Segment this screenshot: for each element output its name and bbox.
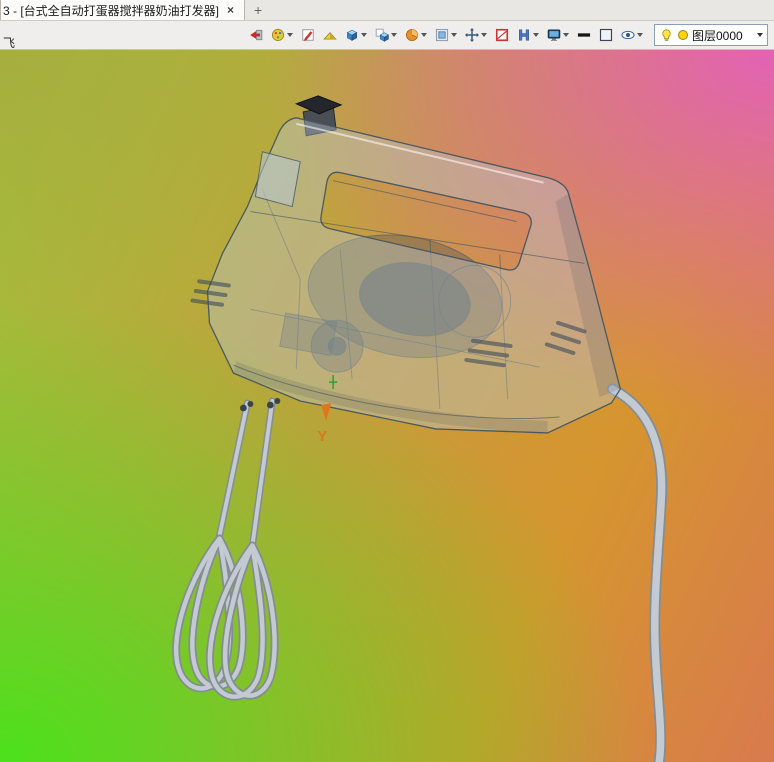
- toolbar-button-window[interactable]: [492, 24, 511, 46]
- toolbar-button-grid[interactable]: [514, 24, 541, 46]
- chevron-down-icon: [451, 33, 457, 37]
- toolbar-button-background[interactable]: [596, 24, 615, 46]
- cube-icon: [344, 28, 359, 43]
- wedge-icon: [322, 28, 337, 43]
- plane-icon: [434, 28, 449, 43]
- y-axis-label: Y: [317, 428, 327, 445]
- monitor-icon: [546, 28, 561, 43]
- app-window: 3 - [台式全自动打蛋器搅拌器奶油打发器] × + 飞 图层0000 Y: [0, 0, 774, 762]
- pen-icon: [300, 28, 315, 43]
- main-toolbar: 飞 图层0000: [0, 21, 774, 50]
- sphere-icon: [404, 28, 419, 43]
- new-tab-button[interactable]: +: [245, 0, 271, 20]
- layer-name-label: 图层0000: [692, 28, 743, 43]
- layer-visibility-bulb-icon: [659, 28, 674, 43]
- toolbar-button-import[interactable]: [246, 24, 265, 46]
- chevron-down-icon: [287, 33, 293, 37]
- line-width-icon: [576, 28, 591, 43]
- toolbar-button-visibility[interactable]: [618, 24, 645, 46]
- toolbar-button-revolve[interactable]: [402, 24, 429, 46]
- toolbar-button-sketch-pen[interactable]: [298, 24, 317, 46]
- toolbar-button-plane[interactable]: [432, 24, 459, 46]
- chevron-down-icon: [481, 33, 487, 37]
- toolbar-button-solid-wedge[interactable]: [320, 24, 339, 46]
- tab-bar: 3 - [台式全自动打蛋器搅拌器奶油打发器] × +: [0, 0, 774, 21]
- chevron-down-icon: [421, 33, 427, 37]
- layer-color-dot: [678, 30, 688, 40]
- toolbar-button-display[interactable]: [544, 24, 571, 46]
- viewport-3d[interactable]: Y: [0, 50, 774, 762]
- toolbar-button-extrude[interactable]: [342, 24, 369, 46]
- chevron-down-icon[interactable]: [757, 33, 763, 37]
- tab-close-icon[interactable]: ×: [225, 4, 236, 16]
- layer-selector[interactable]: 图层0000: [654, 24, 768, 46]
- toolbar-button-move[interactable]: [462, 24, 489, 46]
- chevron-down-icon: [563, 33, 569, 37]
- mixer-model: Y: [172, 95, 668, 762]
- eye-icon: [620, 28, 635, 43]
- chevron-down-icon: [637, 33, 643, 37]
- import-icon: [248, 28, 263, 43]
- toolbar-button-material-color[interactable]: [268, 24, 295, 46]
- document-tab-title: 3 - [台式全自动打蛋器搅拌器奶油打发器]: [3, 3, 220, 18]
- document-tab[interactable]: 3 - [台式全自动打蛋器搅拌器奶油打发器] ×: [0, 0, 246, 20]
- chevron-down-icon: [391, 33, 397, 37]
- chevron-down-icon: [361, 33, 367, 37]
- boolean-cube-icon: [374, 28, 389, 43]
- window-icon: [494, 28, 509, 43]
- toolbar-button-linewidth[interactable]: [574, 24, 593, 46]
- background-swatch-icon: [598, 28, 613, 43]
- corner-glyph: 飞: [3, 36, 16, 50]
- palette-icon: [270, 28, 285, 43]
- grid-icon: [516, 28, 531, 43]
- move-icon: [464, 28, 479, 43]
- chevron-down-icon: [533, 33, 539, 37]
- toolbar-button-boolean[interactable]: [372, 24, 399, 46]
